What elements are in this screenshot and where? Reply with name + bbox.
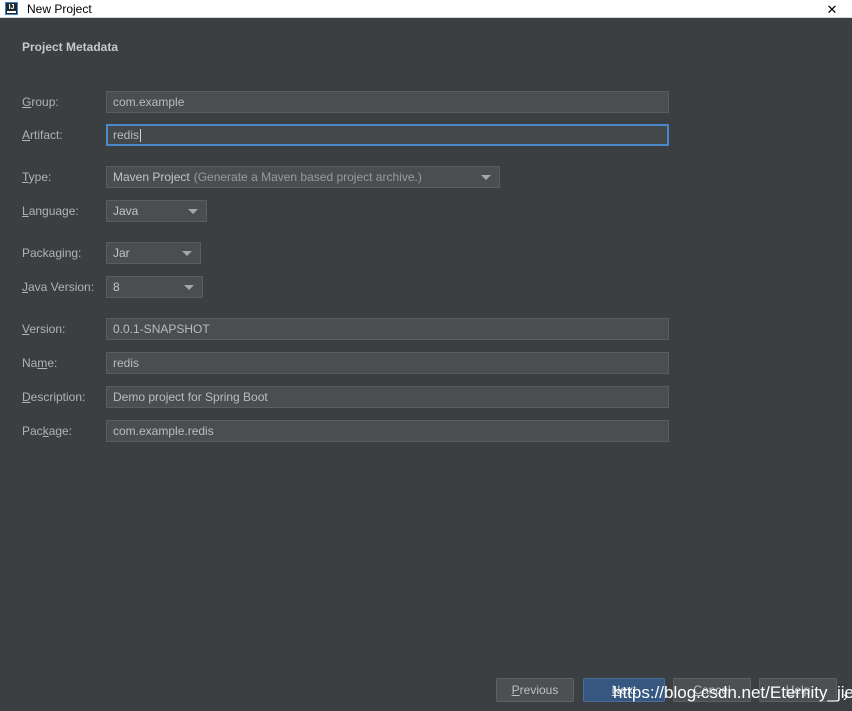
input-value-name: redis <box>113 356 140 370</box>
page-title: Project Metadata <box>22 40 119 54</box>
input-value-group: com.example <box>113 95 185 109</box>
combo-value-packaging: Jar <box>113 246 130 260</box>
text-caret <box>140 128 142 142</box>
input-artifact[interactable]: redis <box>106 124 669 146</box>
input-value-description: Demo project for Spring Boot <box>113 390 268 404</box>
label-language: Language: <box>22 204 79 218</box>
label-artifact: Artifact: <box>22 128 63 142</box>
chevron-down-icon[interactable] <box>481 175 491 180</box>
dialog-button-bar: Previous Next Cancel Help <box>0 678 852 702</box>
input-value-package: com.example.redis <box>113 424 214 438</box>
input-group[interactable]: com.example <box>106 91 669 113</box>
input-package[interactable]: com.example.redis <box>106 420 669 442</box>
label-packaging: Packaging: <box>22 246 82 260</box>
combo-value-language: Java <box>113 204 139 218</box>
dialog-content: Project Metadata Group: com.example Artifa… <box>0 19 852 711</box>
label-version: Version: <box>22 322 66 336</box>
intellij-idea-icon: IJ <box>5 2 18 15</box>
input-description[interactable]: Demo project for Spring Boot <box>106 386 669 408</box>
label-java_version: Java Version: <box>22 280 95 294</box>
combo-language[interactable]: Java <box>106 200 207 222</box>
label-package: Package: <box>22 424 73 438</box>
cancel-button[interactable]: Cancel <box>673 678 751 702</box>
label-type: Type: <box>22 170 52 184</box>
window-title: New Project <box>27 1 92 16</box>
combo-type[interactable]: Maven Project (Generate a Maven based pro… <box>106 166 500 188</box>
combo-value-java_version: 8 <box>113 280 120 294</box>
watermark-tail: › <box>843 688 848 704</box>
combo-packaging[interactable]: Jar <box>106 242 201 264</box>
chevron-down-icon[interactable] <box>188 209 198 214</box>
chevron-down-icon[interactable] <box>184 285 194 290</box>
help-button[interactable]: Help <box>759 678 837 702</box>
combo-value-type: Maven Project <box>113 170 190 184</box>
close-icon[interactable]: ✕ <box>812 0 852 18</box>
input-version[interactable]: 0.0.1-SNAPSHOT <box>106 318 669 340</box>
label-group: Group: <box>22 95 59 109</box>
next-button[interactable]: Next <box>583 678 665 702</box>
input-name[interactable]: redis <box>106 352 669 374</box>
combo-hint-type: (Generate a Maven based project archive.… <box>193 170 422 184</box>
previous-button[interactable]: Previous <box>496 678 574 702</box>
input-value-artifact: redis <box>113 128 140 142</box>
label-description: Description: <box>22 390 86 404</box>
input-value-version: 0.0.1-SNAPSHOT <box>113 322 210 336</box>
chevron-down-icon[interactable] <box>182 251 192 256</box>
window-titlebar: IJ New Project ✕ <box>0 0 852 18</box>
combo-java_version[interactable]: 8 <box>106 276 203 298</box>
label-name: Name: <box>22 356 58 370</box>
